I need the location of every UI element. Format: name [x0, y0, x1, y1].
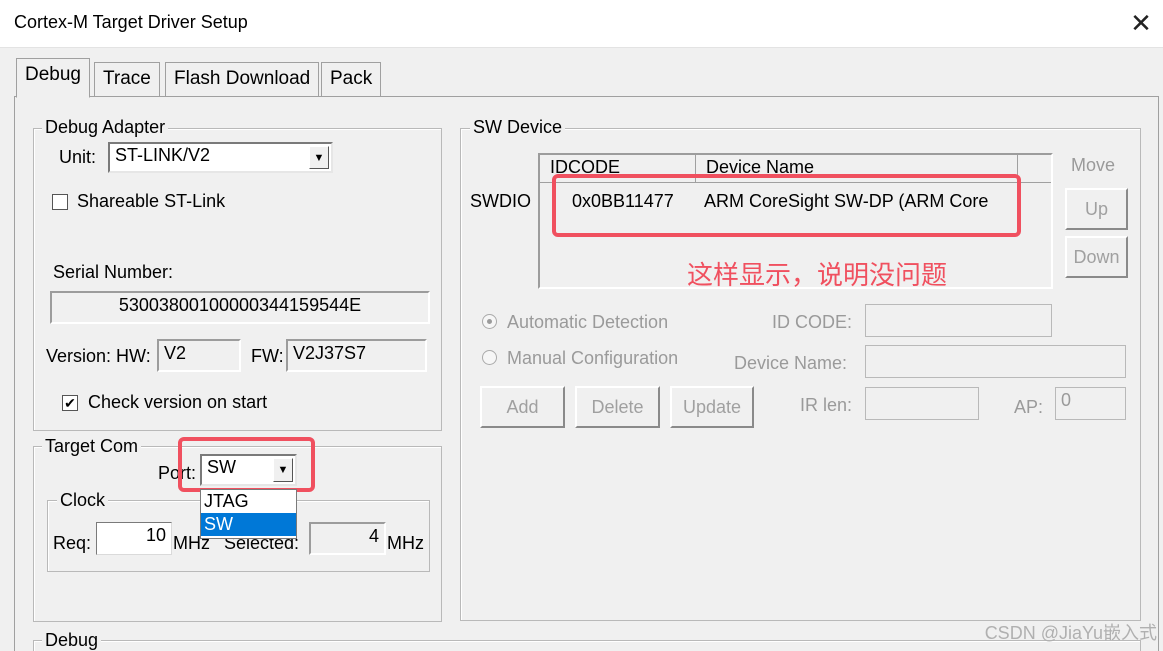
check-version-label: Check version on start	[88, 392, 268, 412]
device-name-label: Device Name:	[734, 353, 848, 373]
id-code-input[interactable]	[865, 304, 1052, 337]
fw-version-field: V2J37S7	[286, 339, 427, 372]
ap-input[interactable]: 0	[1055, 387, 1126, 420]
tab-pack[interactable]: Pack	[321, 62, 382, 96]
serial-number-label: Serial Number:	[53, 262, 174, 282]
automatic-detection-label: Automatic Detection	[507, 312, 669, 332]
id-code-label: ID CODE:	[772, 312, 853, 332]
debug-group	[33, 640, 1141, 651]
watermark: CSDN @JiaYu嵌入式	[984, 623, 1157, 643]
ir-len-label: IR len:	[800, 395, 853, 415]
serial-number-field: 53003800100000344159544E	[50, 291, 430, 324]
ir-len-input[interactable]	[865, 387, 979, 420]
unit-label: Unit:	[59, 147, 97, 167]
manual-configuration-radio[interactable]	[482, 350, 497, 365]
selected-unit: MHz	[387, 533, 424, 553]
chevron-down-icon[interactable]: ▼	[309, 146, 329, 169]
req-input[interactable]: 10	[96, 522, 172, 555]
ap-label: AP:	[1014, 397, 1044, 417]
check-version-checkbox[interactable]: ✔	[62, 395, 78, 411]
annotation-text: 这样显示，说明没问题	[687, 261, 948, 291]
selected-clock-field: 4	[309, 522, 386, 555]
device-name-input[interactable]	[865, 345, 1126, 378]
port-option-sw[interactable]: SW	[201, 513, 296, 536]
up-button[interactable]: Up	[1065, 188, 1128, 230]
tab-debug[interactable]: Debug	[16, 58, 90, 98]
version-hw-label: Version: HW:	[46, 346, 151, 366]
add-button[interactable]: Add	[480, 386, 565, 428]
fw-label: FW:	[251, 346, 284, 366]
tab-flash-download[interactable]: Flash Download	[165, 62, 320, 96]
close-icon[interactable]: ✕	[1126, 8, 1156, 38]
down-button[interactable]: Down	[1065, 236, 1128, 278]
move-label: Move	[1071, 155, 1116, 175]
port-option-jtag[interactable]: JTAG	[201, 490, 296, 513]
automatic-detection-radio[interactable]	[482, 314, 497, 329]
delete-button[interactable]: Delete	[575, 386, 660, 428]
tab-trace[interactable]: Trace	[94, 62, 160, 96]
update-button[interactable]: Update	[670, 386, 754, 428]
debug-group-title: Debug	[42, 630, 102, 651]
sw-device-title: SW Device	[470, 117, 566, 138]
port-highlight-box	[178, 437, 315, 492]
column-header-spacer	[1018, 155, 1051, 183]
unit-select-value: ST-LINK/V2	[115, 145, 211, 165]
title-bar: Cortex-M Target Driver Setup ✕	[0, 0, 1163, 48]
clock-title: Clock	[57, 490, 109, 511]
device-row-highlight-box	[552, 174, 1021, 237]
manual-configuration-label: Manual Configuration	[507, 348, 679, 368]
unit-select[interactable]: ST-LINK/V2 ▼	[108, 142, 333, 173]
req-label: Req:	[53, 533, 92, 553]
shareable-checkbox[interactable]	[52, 194, 68, 210]
window-title: Cortex-M Target Driver Setup	[14, 12, 248, 32]
shareable-label: Shareable ST-Link	[77, 191, 226, 211]
hw-version-field: V2	[157, 339, 241, 372]
debug-adapter-title: Debug Adapter	[42, 117, 169, 138]
target-com-title: Target Com	[42, 436, 142, 457]
swdio-label: SWDIO	[470, 191, 531, 211]
port-dropdown-list: JTAG SW	[200, 489, 297, 539]
